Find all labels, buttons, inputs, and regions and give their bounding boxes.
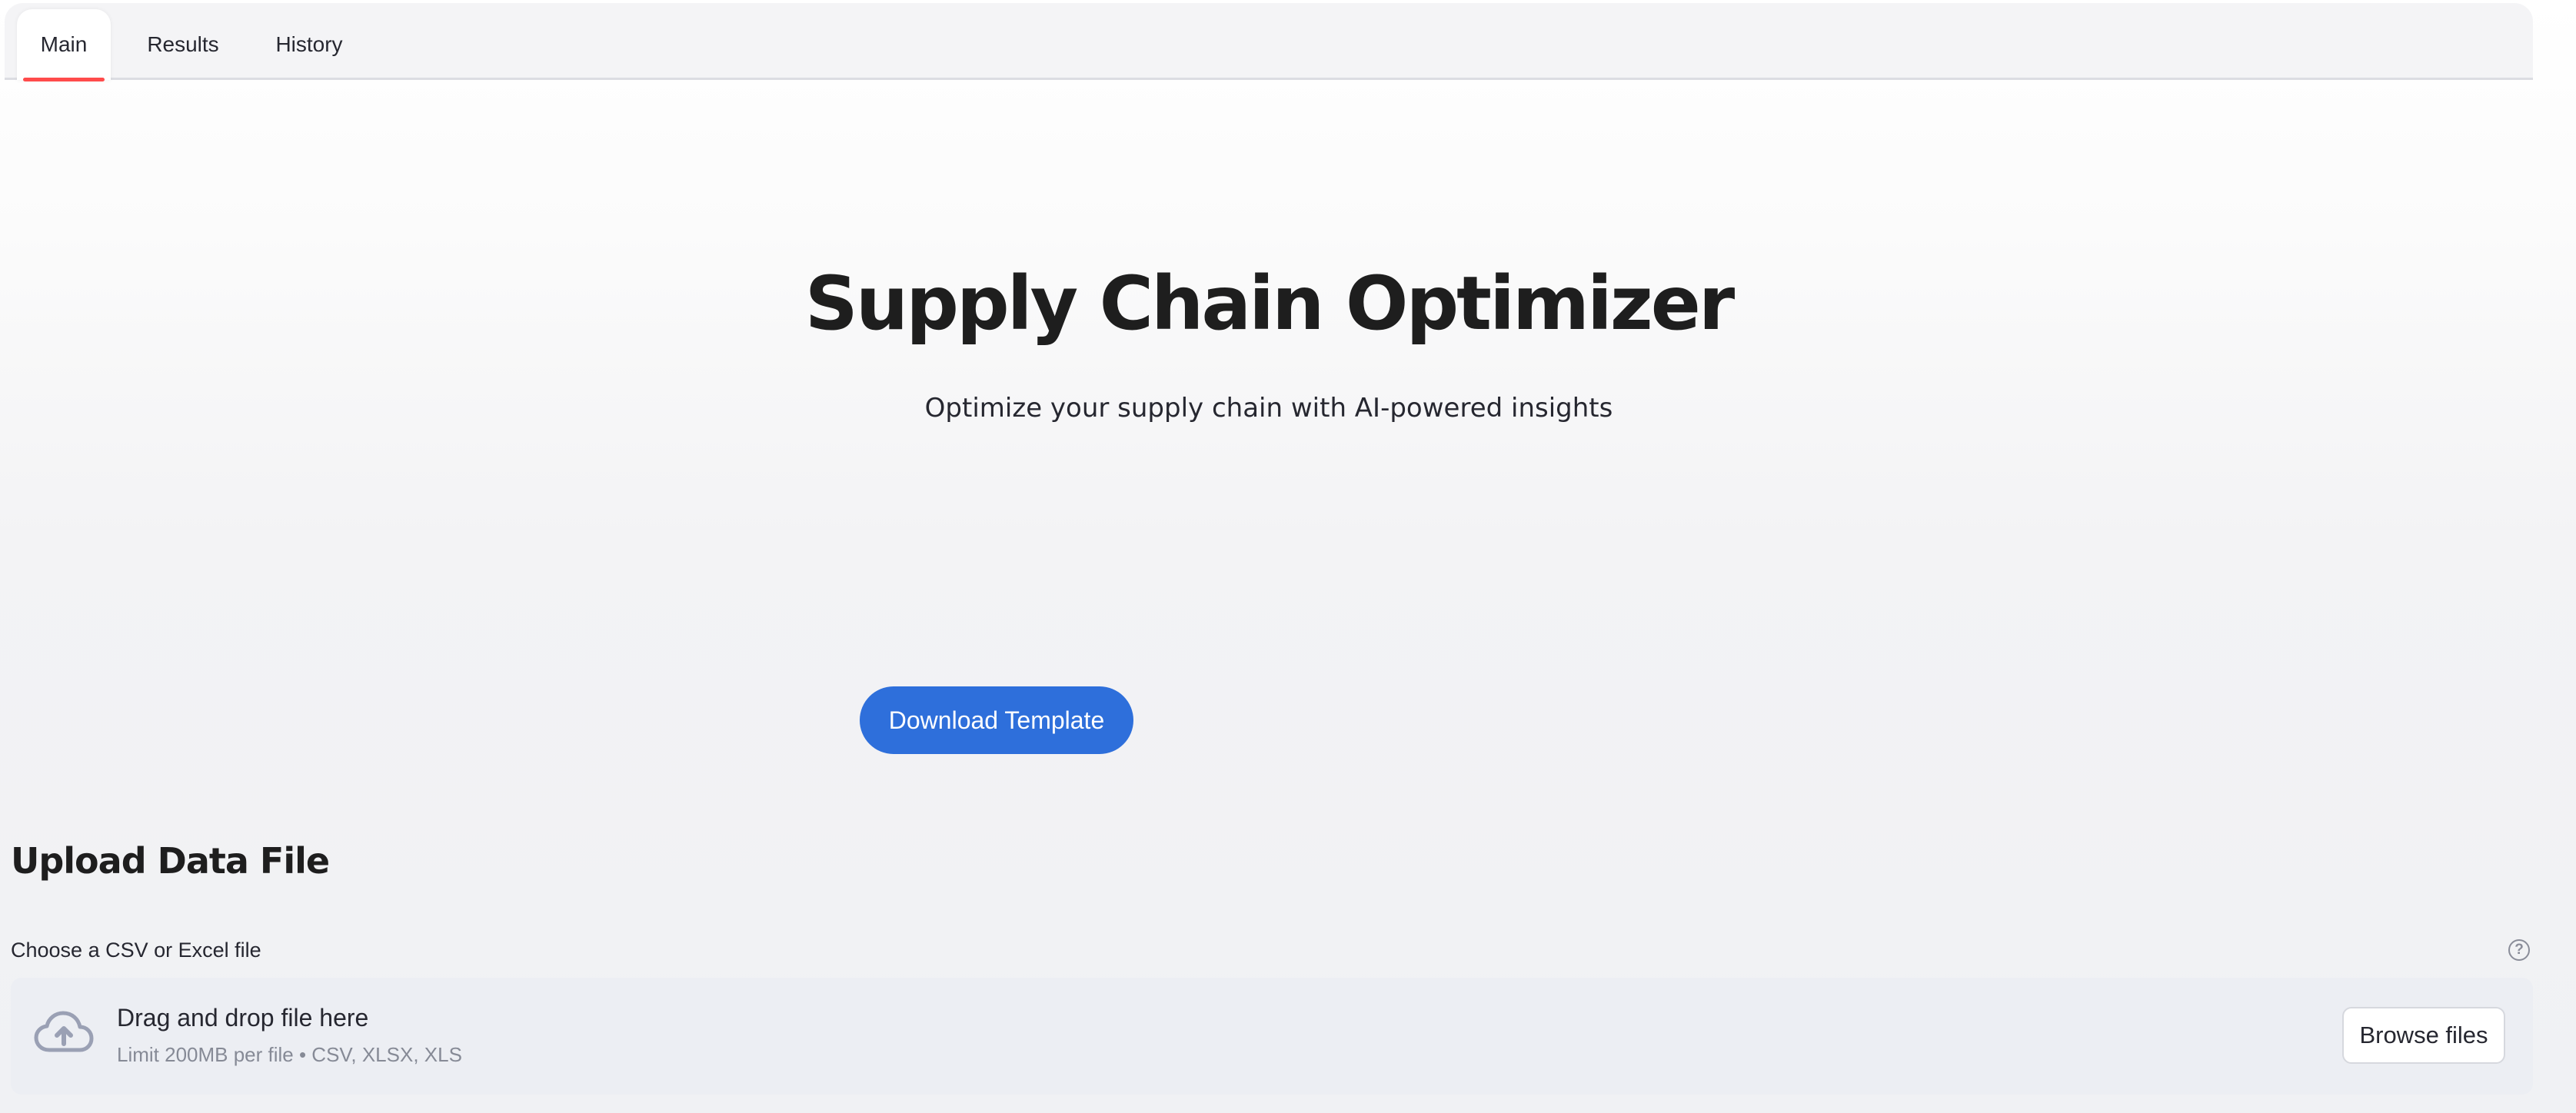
download-template-button[interactable]: Download Template: [860, 686, 1133, 754]
file-dropzone[interactable]: Drag and drop file here Limit 200MB per …: [11, 978, 2533, 1095]
tab-history-label: History: [275, 32, 343, 56]
tab-bar: Main Results History: [5, 3, 2533, 81]
dropzone-hint: Limit 200MB per file • CSV, XLSX, XLS: [117, 1043, 462, 1066]
browse-files-button[interactable]: Browse files: [2342, 1007, 2505, 1064]
help-icon[interactable]: ?: [2508, 939, 2530, 961]
upload-section-heading: Upload Data File: [11, 840, 330, 882]
tab-main-label: Main: [40, 32, 88, 56]
page-subtitle: Optimize your supply chain with AI-power…: [924, 393, 1613, 424]
tab-results-label: Results: [147, 32, 219, 56]
file-uploader-label: Choose a CSV or Excel file: [11, 939, 261, 962]
page-title: Supply Chain Optimizer: [804, 261, 1735, 347]
app-page: Main Results History Supply Chain Optimi…: [0, 0, 2576, 1113]
help-icon-glyph: ?: [2514, 942, 2524, 958]
dropzone-title: Drag and drop file here: [117, 1004, 369, 1032]
tab-history[interactable]: History: [260, 9, 358, 80]
tab-main[interactable]: Main: [17, 9, 111, 81]
browse-files-label: Browse files: [2359, 1022, 2488, 1048]
tab-results[interactable]: Results: [134, 9, 232, 80]
download-template-label: Download Template: [888, 706, 1105, 734]
cloud-upload-icon: [34, 1011, 94, 1052]
